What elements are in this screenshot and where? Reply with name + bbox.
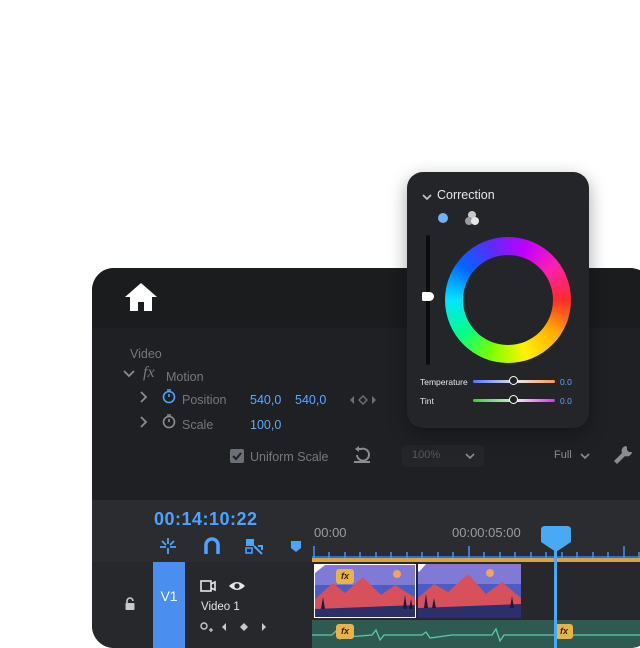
track-name: Video 1 <box>201 601 240 613</box>
temperature-slider-knob[interactable] <box>509 376 518 385</box>
temperature-label: Temperature <box>420 377 468 387</box>
stopwatch-icon[interactable] <box>161 388 177 404</box>
ruler-ticks <box>313 546 640 558</box>
single-wheel-mode-icon[interactable] <box>437 212 449 224</box>
track-id: V1 <box>160 588 178 604</box>
ruler-start-time: 00:00 <box>314 525 347 540</box>
add-marker-icon[interactable] <box>286 536 306 556</box>
tint-value[interactable]: 0.0 <box>560 396 572 406</box>
clip-thumbnail <box>418 564 521 618</box>
luma-slider-knob[interactable] <box>422 292 434 301</box>
position-y-value[interactable]: 540,0 <box>295 393 326 407</box>
linked-selection-icon[interactable] <box>244 536 264 556</box>
color-wheel[interactable] <box>445 237 571 363</box>
color-correction-panel: Correction Temperature 0.0 Tint 0.0 <box>407 172 589 428</box>
fx-icon: fx <box>143 364 155 381</box>
video-clip[interactable] <box>314 564 416 618</box>
checkmark-icon <box>232 452 242 461</box>
keyframe-nav-icon[interactable] <box>348 394 378 406</box>
magnet-icon[interactable] <box>202 536 222 556</box>
video-clip[interactable] <box>418 564 521 618</box>
three-wheel-mode-icon[interactable] <box>464 210 480 226</box>
ruler-mid-time: 00:00:05:00 <box>452 525 521 540</box>
zoom-value: 100% <box>412 449 441 461</box>
position-x-value[interactable]: 540,0 <box>250 393 281 407</box>
scale-value[interactable]: 100,0 <box>250 418 281 432</box>
resolution-dropdown[interactable]: Full <box>544 445 596 467</box>
tint-label: Tint <box>420 396 434 406</box>
track-target-v1[interactable]: V1 <box>153 562 185 648</box>
uniform-scale-label: Uniform Scale <box>250 450 329 464</box>
chevron-right-icon[interactable] <box>136 389 152 405</box>
tint-slider-knob[interactable] <box>509 395 518 404</box>
chevron-down-icon <box>465 453 475 460</box>
stopwatch-icon[interactable] <box>161 413 177 429</box>
chevron-down-icon <box>580 453 590 460</box>
eye-icon[interactable] <box>228 579 246 593</box>
audio-waveform <box>312 627 640 643</box>
clip-start-marker <box>315 565 325 573</box>
wrench-icon[interactable] <box>612 444 634 466</box>
uniform-scale-checkbox[interactable] <box>230 449 244 463</box>
lock-icon[interactable] <box>124 597 136 611</box>
clip-thumbnail <box>315 565 415 617</box>
resolution-value: Full <box>554 449 572 461</box>
audio-fx-badge[interactable]: fx <box>555 624 573 639</box>
temperature-value[interactable]: 0.0 <box>560 377 572 387</box>
chevron-right-icon[interactable] <box>136 414 152 430</box>
keyframe-controls-icon[interactable] <box>200 620 270 634</box>
home-icon[interactable] <box>124 281 158 313</box>
clip-fx-badge[interactable]: fx <box>336 569 354 584</box>
chevron-down-icon[interactable] <box>421 191 433 203</box>
position-label: Position <box>182 393 227 407</box>
section-label-video: Video <box>130 347 162 361</box>
audio-fx-badge[interactable]: fx <box>336 624 354 639</box>
chevron-down-icon[interactable] <box>121 366 137 382</box>
reset-icon[interactable] <box>352 446 372 464</box>
timecode-display[interactable]: 00:14:10:22 <box>154 509 258 530</box>
motion-label: Motion <box>166 370 204 384</box>
snap-icon[interactable] <box>158 536 178 556</box>
zoom-dropdown[interactable]: 100% <box>402 445 484 467</box>
panel-title: Correction <box>437 188 495 202</box>
playhead-handle[interactable] <box>541 526 571 552</box>
audio-track[interactable] <box>312 620 640 648</box>
clip-transition-marker <box>418 564 426 572</box>
toggle-sync-icon[interactable] <box>200 579 216 593</box>
scale-label: Scale <box>182 418 214 432</box>
